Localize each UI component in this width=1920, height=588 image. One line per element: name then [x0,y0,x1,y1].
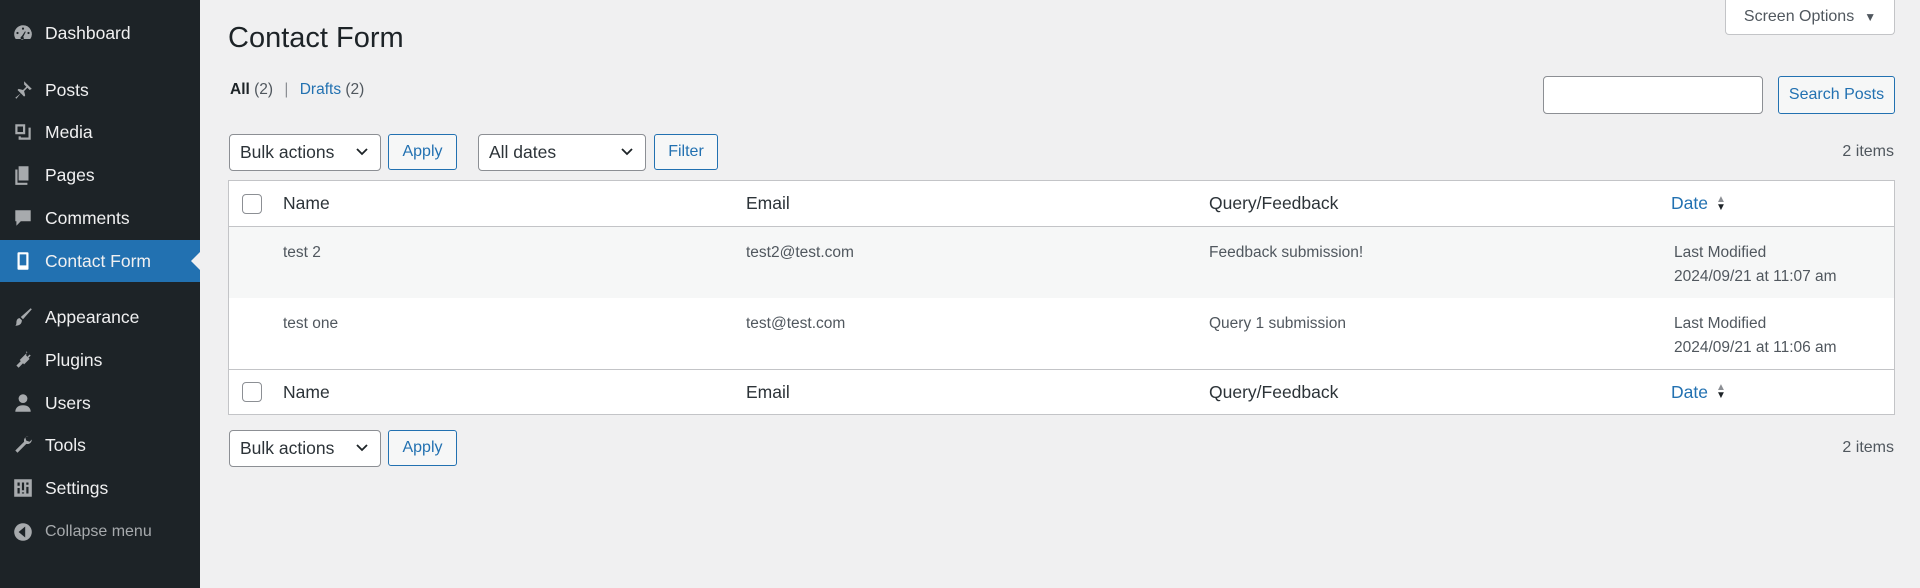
phone-icon [11,249,35,273]
sort-by-date-link[interactable]: Date ▲ ▼ [1671,193,1726,214]
table-row[interactable]: test 2 test2@test.com Feedback submissio… [229,227,1894,298]
column-footer-email: Email [746,381,790,402]
comment-icon [11,206,35,230]
date-status: Last Modified [1674,315,1767,332]
sidebar-item-label: Comments [45,207,130,228]
cell-name: test 2 [283,244,321,261]
sidebar-item-label: Users [45,392,91,413]
pin-icon [11,78,35,102]
items-count-bottom: 2 items [1842,439,1894,456]
collapse-icon [11,520,35,544]
cell-email: test2@test.com [746,244,854,261]
chevron-down-icon [354,144,370,160]
column-header-date: Date ▲ ▼ [1671,181,1726,226]
column-footer-query: Query/Feedback [1209,381,1339,402]
wrench-icon [11,433,35,457]
sidebar-item-label: Settings [45,477,109,498]
view-all-link[interactable]: All [230,81,250,98]
sidebar-item-comments[interactable]: Comments [0,197,200,239]
select-all-checkbox[interactable] [242,193,262,214]
column-header-email: Email [746,193,790,213]
bulk-actions-value: Bulk actions [240,438,335,458]
bulk-actions-value: Bulk actions [240,142,335,162]
table-header-row: Name Email Query/Feedback Date ▲ ▼ [229,181,1894,227]
sidebar-item-label: Plugins [45,349,103,370]
column-footer-name: Name [283,381,330,402]
sidebar-item-users[interactable]: Users [0,382,200,424]
select-all-checkbox-footer[interactable] [242,382,262,402]
sidebar-item-plugins[interactable]: Plugins [0,339,200,381]
sidebar-item-tools[interactable]: Tools [0,424,200,466]
settings-icon [11,476,35,500]
sidebar-item-label: Posts [45,79,89,100]
date-value: 2024/09/21 at 11:07 am [1674,268,1837,285]
sidebar-item-label: Tools [45,434,86,455]
cell-query: Feedback submission! [1209,244,1364,261]
sidebar-item-posts[interactable]: Posts [0,69,200,111]
view-drafts-count: (2) [345,81,365,98]
table-row[interactable]: test one test@test.com Query 1 submissio… [229,298,1894,369]
pages-icon [11,163,35,187]
search-posts-button[interactable]: Search Posts [1778,76,1895,114]
table-footer-row: Name Email Query/Feedback Date ▲ ▼ [229,369,1894,414]
chevron-down-icon [619,144,635,160]
status-filter-links: All (2) | Drafts (2) [230,81,364,99]
cell-query: Query 1 submission [1209,315,1346,332]
admin-sidebar: Dashboard Posts Media Pages Comments Con… [0,0,200,588]
collapse-menu-button[interactable]: Collapse menu [0,511,200,553]
dashboard-icon [11,21,35,45]
column-header-name: Name [283,193,330,213]
sidebar-item-label: Dashboard [45,22,131,43]
media-icon [11,120,35,144]
view-drafts-link[interactable]: Drafts [300,81,341,98]
sidebar-item-settings[interactable]: Settings [0,467,200,509]
sort-by-date-link-footer[interactable]: Date ▲ ▼ [1671,382,1726,403]
brush-icon [11,305,35,329]
date-filter-select[interactable]: All dates [478,134,646,171]
search-input[interactable] [1543,76,1763,114]
items-count-top: 2 items [1842,143,1894,160]
sidebar-item-media[interactable]: Media [0,111,200,153]
date-footer-label: Date [1671,381,1708,402]
cell-date: Last Modified 2024/09/21 at 11:06 am [1674,298,1837,369]
column-footer-date: Date ▲ ▼ [1671,370,1726,414]
sidebar-item-label: Media [45,121,93,142]
plugin-icon [11,348,35,372]
page-title: Contact Form [228,22,404,54]
apply-button-bottom[interactable]: Apply [388,430,457,466]
column-header-query: Query/Feedback [1209,193,1339,213]
sort-icon: ▲ ▼ [1715,382,1726,401]
sidebar-item-appearance[interactable]: Appearance [0,296,200,338]
sort-icon: ▲ ▼ [1715,193,1726,213]
filter-button[interactable]: Filter [654,134,718,170]
user-icon [11,391,35,415]
screen-options-button[interactable]: Screen Options ▼ [1725,0,1895,35]
collapse-menu-label: Collapse menu [45,523,152,540]
sidebar-item-label: Appearance [45,306,140,327]
contact-form-table: Name Email Query/Feedback Date ▲ ▼ test 2… [228,180,1895,415]
caret-down-icon: ▼ [1864,10,1877,24]
sidebar-item-label: Contact Form [45,250,151,271]
sidebar-item-pages[interactable]: Pages [0,154,200,196]
bulk-actions-select-bottom[interactable]: Bulk actions [229,430,381,467]
bulk-actions-select-top[interactable]: Bulk actions [229,134,381,171]
date-status: Last Modified [1674,244,1767,261]
date-value: 2024/09/21 at 11:06 am [1674,339,1837,356]
cell-email: test@test.com [746,315,846,332]
cell-name: test one [283,315,339,332]
sidebar-item-label: Pages [45,164,95,185]
sidebar-item-dashboard[interactable]: Dashboard [0,12,200,54]
cell-date: Last Modified 2024/09/21 at 11:07 am [1674,227,1837,298]
view-separator: | [284,81,289,98]
view-all-count: (2) [254,81,274,98]
date-header-label: Date [1671,193,1708,213]
date-filter-value: All dates [489,142,557,162]
chevron-down-icon [354,440,370,456]
sidebar-item-contact-form[interactable]: Contact Form [0,240,200,282]
apply-button-top[interactable]: Apply [388,134,457,170]
screen-options-label: Screen Options [1743,8,1855,25]
